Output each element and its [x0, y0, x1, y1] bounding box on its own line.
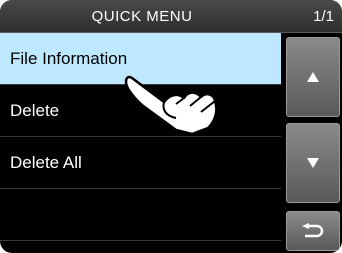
scroll-down-button[interactable]: [286, 123, 340, 203]
back-button[interactable]: [286, 211, 340, 251]
title-bar: QUICK MENU 1/1: [0, 0, 342, 33]
menu-item-label: Delete: [10, 101, 60, 120]
menu-item-label: Delete All: [10, 153, 82, 172]
triangle-up-icon: [307, 72, 319, 82]
return-arrow-icon: [302, 223, 324, 238]
menu-item-label: File Information: [10, 49, 128, 68]
tap-hand-icon: [124, 75, 218, 135]
scroll-up-button[interactable]: [286, 37, 340, 117]
menu-item-delete-all[interactable]: Delete All: [0, 137, 281, 189]
triangle-down-icon: [307, 158, 319, 168]
quick-menu-screen: QUICK MENU 1/1 File Information Delete D…: [0, 0, 342, 253]
menu-item-empty: [0, 189, 281, 241]
scroll-column: [284, 33, 342, 253]
menu-title: QUICK MENU: [91, 8, 193, 25]
page-indicator: 1/1: [313, 8, 334, 25]
